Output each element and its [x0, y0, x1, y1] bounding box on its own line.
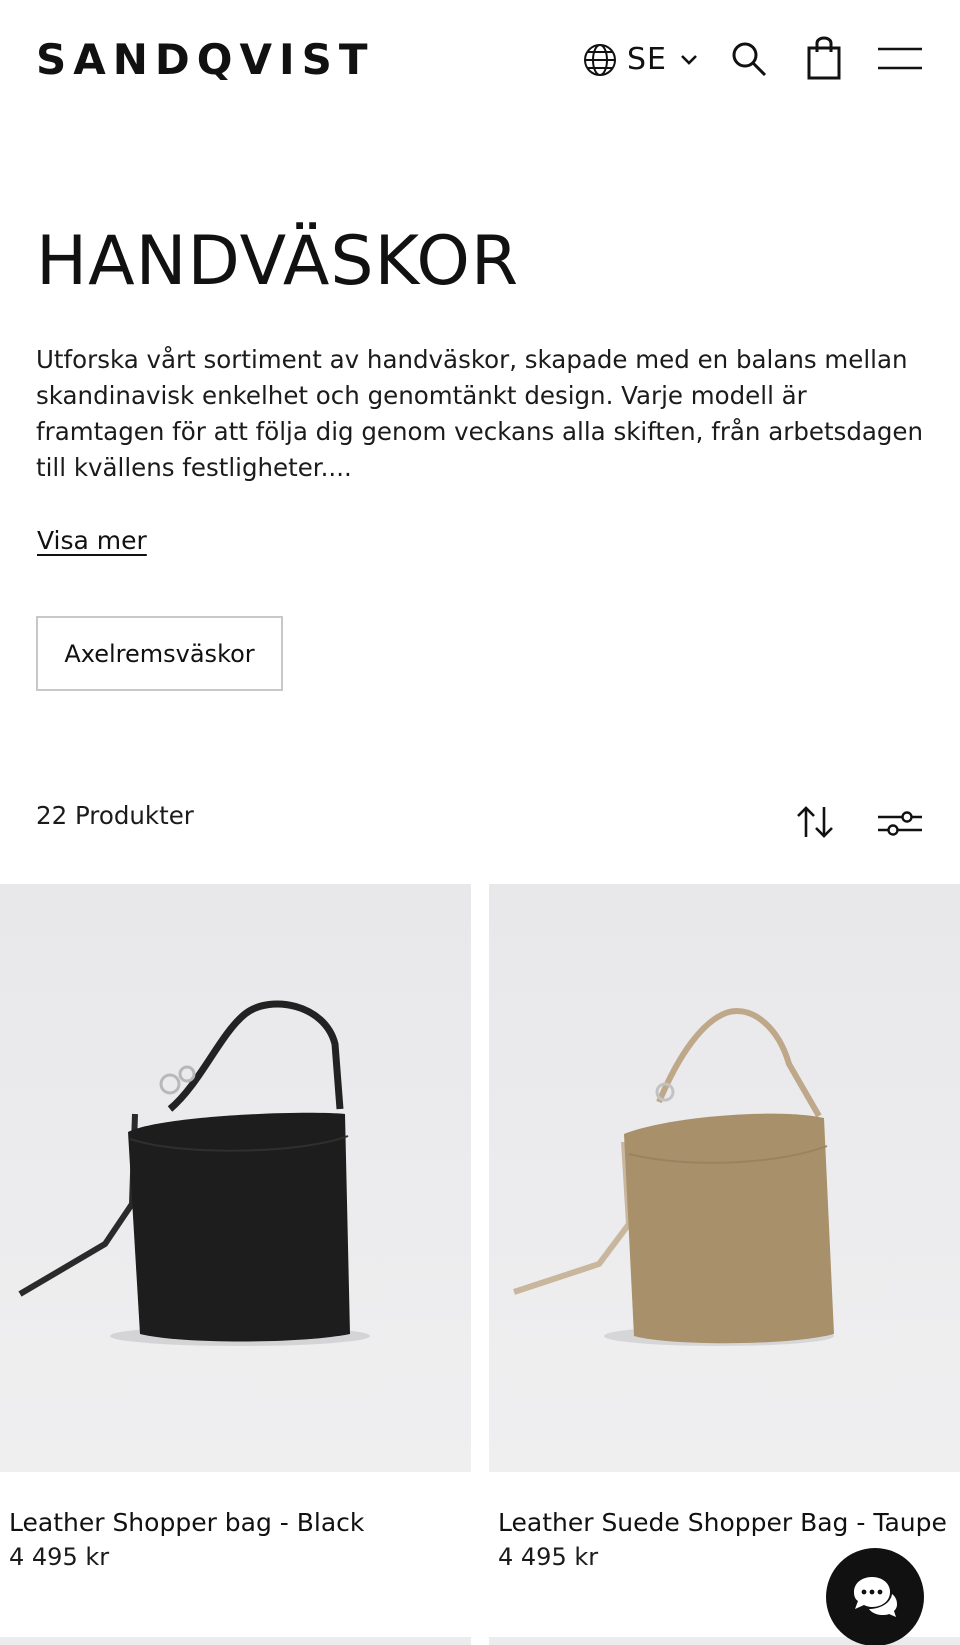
- filter-sliders-icon[interactable]: [877, 808, 923, 838]
- product-price: 4 495 kr: [9, 1543, 110, 1571]
- hamburger-menu-icon[interactable]: [877, 46, 923, 72]
- shopping-bag-icon[interactable]: [806, 36, 842, 80]
- subcategory-chip-axelremsvaskor[interactable]: Axelremsväskor: [36, 616, 283, 691]
- product-image[interactable]: [489, 884, 960, 1472]
- chevron-down-icon: [681, 55, 697, 65]
- product-count: 22 Produkter: [36, 801, 194, 830]
- product-card[interactable]: Leather Shopper bag - Black 4 495 kr: [0, 884, 471, 1571]
- site-logo[interactable]: SANDQVIST: [36, 36, 375, 84]
- search-icon[interactable]: [730, 40, 768, 78]
- page-title: HANDVÄSKOR: [36, 222, 520, 301]
- product-price: 4 495 kr: [498, 1543, 599, 1571]
- chat-button[interactable]: [826, 1548, 924, 1645]
- locale-selector[interactable]: SE: [583, 40, 699, 80]
- locale-code: SE: [627, 42, 667, 77]
- sort-arrows-icon[interactable]: [795, 804, 835, 840]
- site-header: SANDQVIST SE: [0, 0, 960, 120]
- product-image[interactable]: [0, 884, 471, 1472]
- product-name[interactable]: Leather Suede Shopper Bag - Taupe: [498, 1506, 947, 1540]
- show-more-link[interactable]: Visa mer: [37, 523, 147, 559]
- globe-icon: [584, 44, 616, 76]
- next-product-row: [0, 1637, 471, 1645]
- product-name[interactable]: Leather Shopper bag - Black: [9, 1506, 364, 1540]
- chat-bubbles-icon: [854, 1577, 897, 1617]
- black-shopper-bag-image: [18, 1000, 370, 1346]
- product-card[interactable]: Leather Suede Shopper Bag - Taupe 4 495 …: [489, 884, 960, 1571]
- taupe-shopper-bag-image: [513, 1008, 834, 1346]
- category-description: Utforska vårt sortiment av handväskor, s…: [36, 345, 924, 482]
